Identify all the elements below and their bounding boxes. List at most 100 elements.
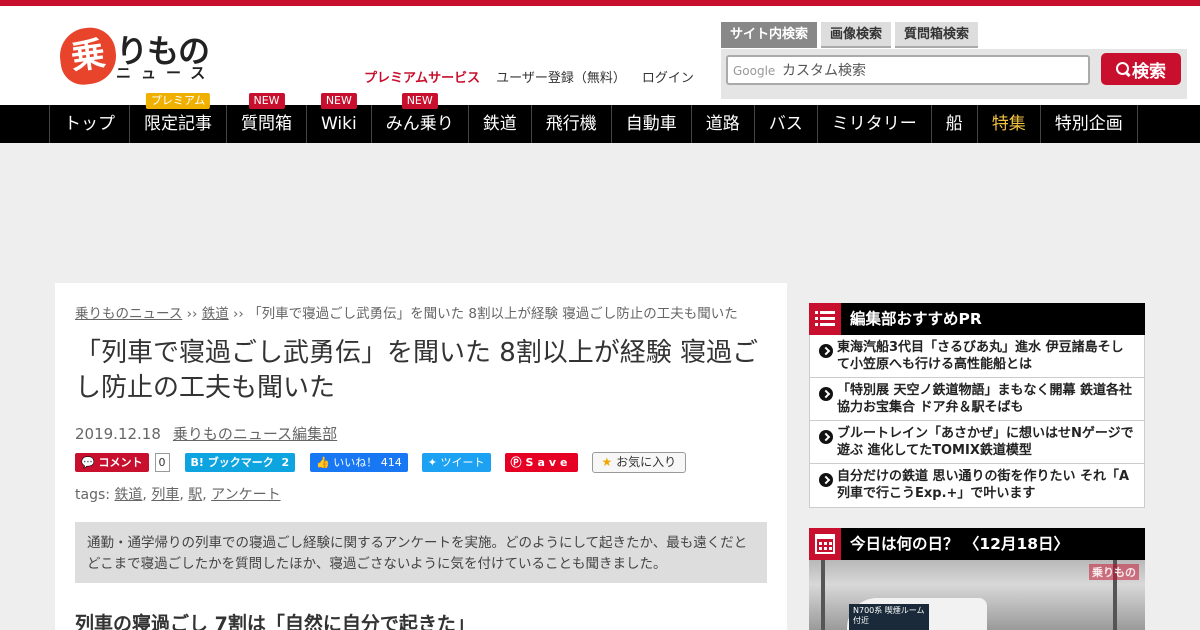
breadcrumb-separator: ›› <box>186 306 198 322</box>
list-item[interactable]: ブルートレイン「あさかぜ」に想いはせNゲージで遊ぶ 進化してたTOMIX鉄道模型 <box>810 421 1144 464</box>
nav-label: 限定記事 <box>144 114 212 134</box>
breadcrumb-current: 「列車で寝過ごし武勇伝」を聞いた 8割以上が経験 寝過ごし防止の工夫も聞いた <box>248 306 738 322</box>
station-sign: N700系 喫煙ルーム付近 <box>849 604 929 630</box>
arrow-right-icon <box>819 387 833 401</box>
favorite-label: お気に入り <box>616 454 677 469</box>
new-badge: NEW <box>248 93 285 109</box>
pinterest-save-button[interactable]: ⓅSave <box>504 452 578 472</box>
recommend-text: ブルートレイン「あさかぜ」に想いはせNゲージで遊ぶ 進化してたTOMIX鉄道模型 <box>837 426 1134 458</box>
new-badge: NEW <box>401 93 438 109</box>
like-count: 414 <box>380 455 402 469</box>
tag-link[interactable]: 列車 <box>151 487 179 503</box>
nav-item-bus[interactable]: バス <box>753 105 817 143</box>
tab-image-search[interactable]: 画像検索 <box>821 22 892 48</box>
main-nav: トップ プレミアム 限定記事 NEW 質問箱 NEW Wiki NEW みん乗り 鉄道 … <box>0 93 1200 143</box>
tweet-button[interactable]: ✦ ツイート <box>421 452 491 472</box>
nav-item-special[interactable]: 特別企画 <box>1039 105 1138 143</box>
new-badge: NEW <box>320 93 357 109</box>
site-header: 乗 りもの ニュース サイト内検索 画像検索 質問箱検索 Google 検索 プ… <box>0 6 1200 105</box>
nav-item-questions[interactable]: NEW 質問箱 <box>226 93 306 143</box>
social-buttons: 💬 コメント 0 B! ブックマーク 2 👍 いいね！ 414 ✦ ツイート Ⓟ… <box>75 451 687 473</box>
login-link[interactable]: ログイン <box>642 67 694 86</box>
comment-label: コメント <box>98 455 143 469</box>
hatena-bookmark-button[interactable]: B! ブックマーク 2 <box>184 452 296 472</box>
logo-mark: 乗 <box>56 24 120 88</box>
search-field[interactable]: Google <box>726 55 1090 85</box>
star-icon: ★ <box>601 454 613 469</box>
nav-item-top[interactable]: トップ <box>49 105 129 143</box>
breadcrumb: 乗りものニュース ›› 鉄道 ›› 「列車で寝過ごし武勇伝」を聞いた 8割以上が… <box>75 302 738 322</box>
article-main: 乗りものニュース ›› 鉄道 ›› 「列車で寝過ごし武勇伝」を聞いた 8割以上が… <box>55 283 787 630</box>
pinterest-icon: Ⓟ <box>510 455 526 469</box>
list-item[interactable]: 「特別展 天空ノ鉄道物語」まもなく開幕 鉄道各社協力お宝集合 ドア弁＆駅そばも <box>810 378 1144 421</box>
recommend-text: 「特別展 天空ノ鉄道物語」まもなく開幕 鉄道各社協力お宝集合 ドア弁＆駅そばも <box>837 383 1133 415</box>
nav-label: Wiki <box>321 114 357 134</box>
recommend-text: 自分だけの鉄道 思い通りの街を作りたい それ「A列車で行こうExp.+」で叶いま… <box>837 469 1130 501</box>
favorite-button[interactable]: ★ お気に入り <box>591 451 687 473</box>
search-area: Google 検索 <box>721 49 1187 99</box>
tweet-label: ツイート <box>440 455 485 469</box>
arrow-right-icon <box>819 473 833 487</box>
pin-label: Save <box>525 455 572 469</box>
nav-label: 飛行機 <box>545 114 597 134</box>
arrow-right-icon <box>819 344 833 358</box>
list-item[interactable]: 自分だけの鉄道 思い通りの街を作りたい それ「A列車で行こうExp.+」で叶いま… <box>810 464 1144 507</box>
search-input[interactable] <box>782 61 1082 81</box>
nav-item-airplane[interactable]: 飛行機 <box>530 105 611 143</box>
recommend-text: 東海汽船3代目「さるびあ丸」進水 伊豆諸島そして小笠原へも行ける高性能船とは <box>837 340 1124 372</box>
article-summary: 通勤・通学帰りの列車での寝過ごし経験に関するアンケートを実施。どのようにして起き… <box>75 522 767 583</box>
search-icon <box>1116 62 1130 76</box>
nav-item-wiki[interactable]: NEW Wiki <box>306 93 371 143</box>
breadcrumb-home[interactable]: 乗りものニュース <box>75 306 182 322</box>
author-link[interactable]: 乗りものニュース編集部 <box>173 425 337 443</box>
article-meta: 2019.12.18 乗りものニュース編集部 <box>75 423 337 444</box>
calendar-icon <box>809 528 841 560</box>
list-item[interactable]: 東海汽船3代目「さるびあ丸」進水 伊豆諸島そして小笠原へも行ける高性能船とは <box>810 335 1144 378</box>
header-links: プレミアムサービス ユーザー登録（無料） ログイン <box>364 67 694 86</box>
hatena-count: 2 <box>281 455 290 469</box>
nav-item-military[interactable]: ミリタリー <box>816 105 931 143</box>
today-image[interactable]: N700系 喫煙ルーム付近 乗りもの <box>809 560 1145 630</box>
nav-label: みん乗り <box>385 114 454 134</box>
site-logo[interactable]: 乗 りもの ニュース <box>56 24 220 88</box>
tag-link[interactable]: 鉄道 <box>114 487 142 503</box>
nav-label: 道路 <box>705 114 740 134</box>
nav-label: 質問箱 <box>241 114 292 134</box>
article-title: 「列車で寝過ごし武勇伝」を聞いた 8割以上が経験 寝過ごし防止の工夫も聞いた <box>75 338 759 403</box>
google-label: Google <box>733 64 776 78</box>
tag-link[interactable]: アンケート <box>211 487 280 503</box>
tab-site-search[interactable]: サイト内検索 <box>721 22 818 48</box>
premium-badge: プレミアム <box>145 93 211 109</box>
nav-label: 船 <box>945 114 963 134</box>
search-button[interactable]: 検索 <box>1101 53 1181 85</box>
nav-label: トップ <box>64 114 115 134</box>
today-header: 今日は何の日？ 〈12月18日〉 <box>809 528 1145 560</box>
tag-link[interactable]: 駅 <box>188 487 202 503</box>
image-detail <box>821 560 825 630</box>
tag-list: tags: 鉄道, 列車, 駅, アンケート <box>75 487 281 503</box>
nav-item-road[interactable]: 道路 <box>690 105 754 143</box>
nav-item-limited[interactable]: プレミアム 限定記事 <box>129 93 226 143</box>
recommend-header: 編集部おすすめPR <box>809 303 1145 335</box>
premium-service-link[interactable]: プレミアムサービス <box>364 67 480 86</box>
list-icon <box>809 303 841 335</box>
nav-item-railway[interactable]: 鉄道 <box>467 105 531 143</box>
nav-label: バス <box>768 114 803 134</box>
nav-label: 特集 <box>991 114 1026 134</box>
register-link[interactable]: ユーザー登録（無料） <box>496 67 626 86</box>
recommend-list: 東海汽船3代目「さるびあ丸」進水 伊豆諸島そして小笠原へも行ける高性能船とは 「… <box>809 335 1145 508</box>
tab-question-search[interactable]: 質問箱検索 <box>895 22 979 48</box>
ad-space <box>0 143 1200 283</box>
nav-item-ship[interactable]: 船 <box>930 105 977 143</box>
nav-item-feature[interactable]: 特集 <box>976 105 1040 143</box>
thumbs-up-icon: 👍 <box>316 455 330 469</box>
breadcrumb-category[interactable]: 鉄道 <box>202 306 229 322</box>
nav-label: 特別企画 <box>1054 114 1123 134</box>
article-date: 2019.12.18 <box>75 425 161 443</box>
facebook-like-button[interactable]: 👍 いいね！ 414 <box>310 452 408 472</box>
tags-label: tags: <box>75 487 110 503</box>
nav-item-car[interactable]: 自動車 <box>610 105 691 143</box>
breadcrumb-separator: ›› <box>233 306 244 322</box>
comment-button[interactable]: 💬 コメント <box>75 452 149 472</box>
nav-item-minnori[interactable]: NEW みん乗り <box>370 93 468 143</box>
